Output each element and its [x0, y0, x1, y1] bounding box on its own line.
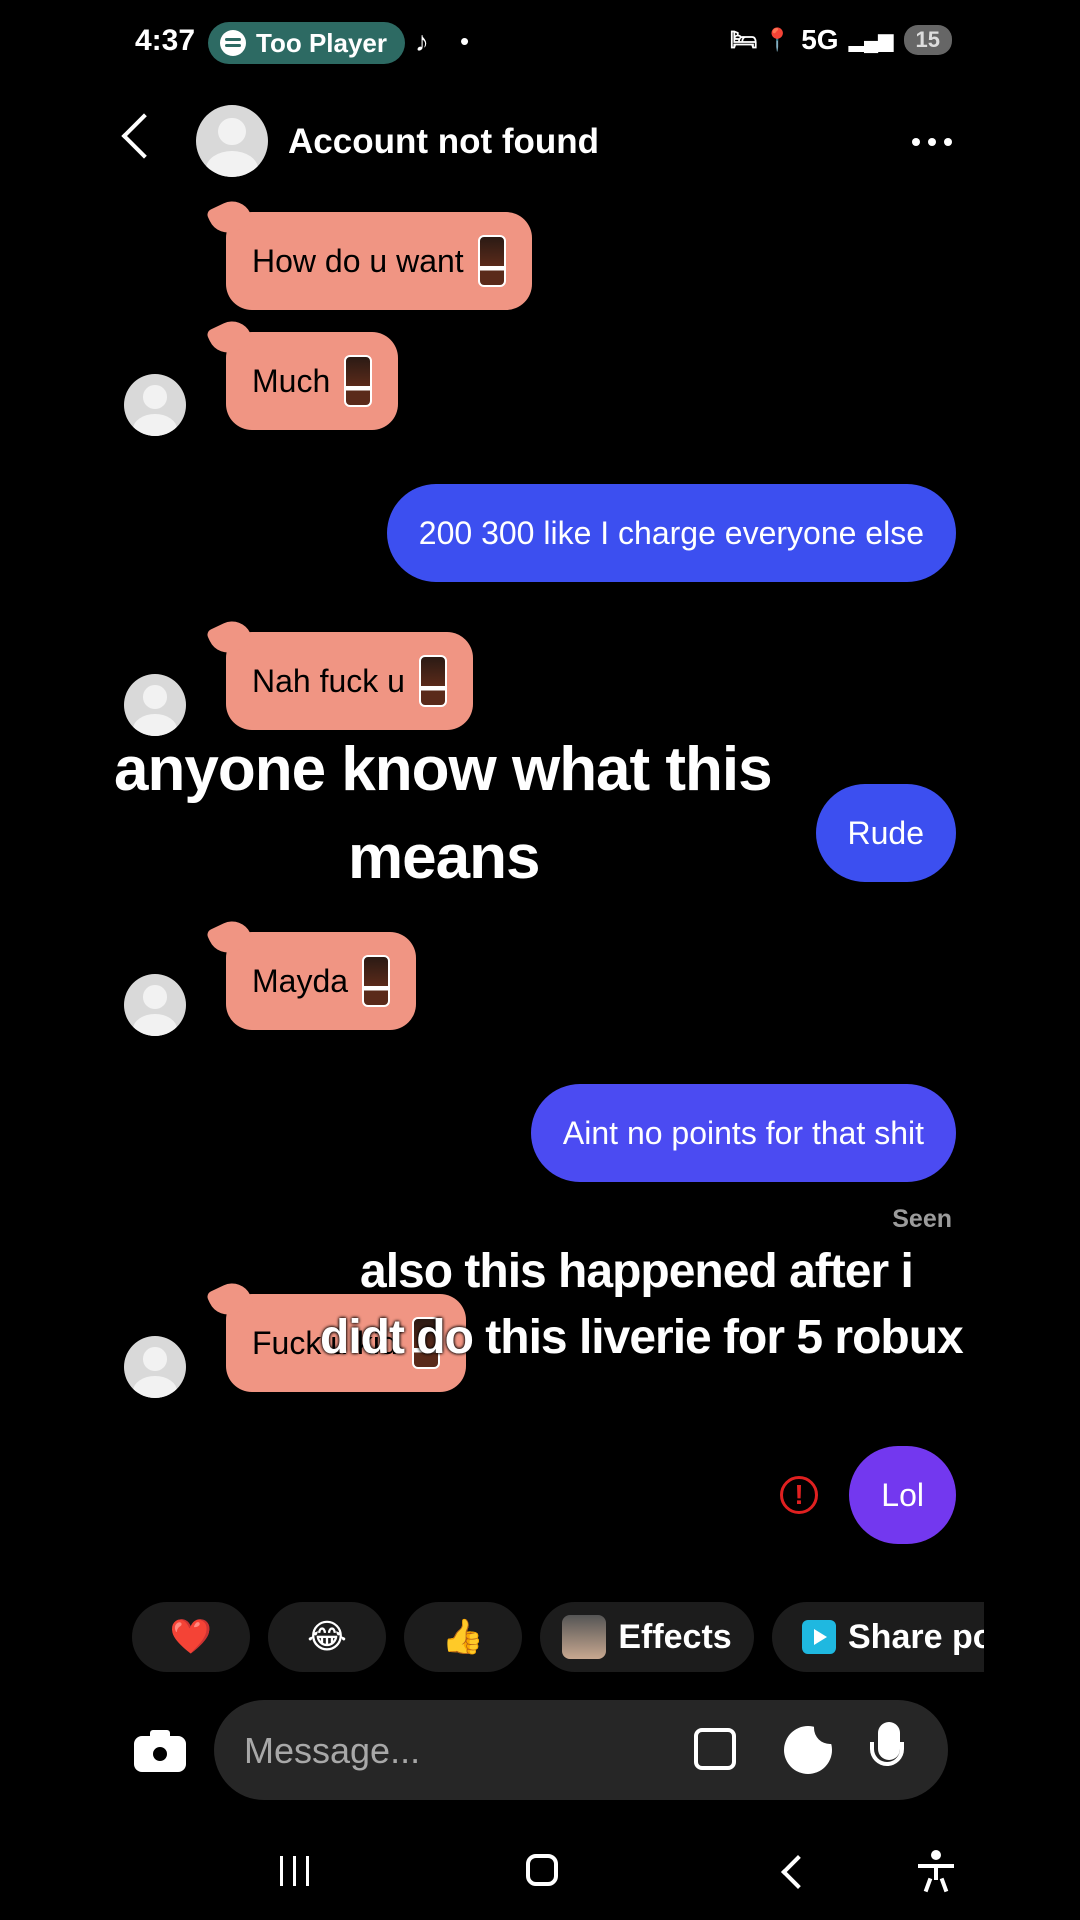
message-text: Mayda — [252, 962, 349, 999]
message-text: Nah fuck u — [252, 662, 405, 699]
sender-avatar[interactable] — [124, 674, 186, 736]
share-post-icon — [802, 1620, 836, 1654]
message-text: Lol — [881, 1476, 924, 1513]
reaction-sticker-icon — [344, 355, 373, 407]
media-pill[interactable]: Too Player — [208, 22, 406, 64]
accessibility-icon[interactable] — [918, 1850, 954, 1893]
heart-icon: ❤️ — [169, 1618, 213, 1656]
reaction-sticker-icon — [362, 955, 391, 1007]
message-text: Aint no points for that shit — [562, 1114, 924, 1151]
seen-receipt: Seen — [892, 1205, 952, 1233]
overlay-caption: means — [348, 823, 540, 892]
sticker-icon[interactable] — [784, 1724, 834, 1774]
message-composer — [214, 1700, 948, 1802]
outgoing-message[interactable]: Aint no points for that shit — [530, 1084, 956, 1182]
camera-icon[interactable] — [134, 1728, 186, 1772]
incoming-message[interactable]: Nah fuck u — [205, 614, 473, 730]
sender-avatar[interactable] — [124, 974, 186, 1036]
more-options-icon[interactable] — [912, 138, 952, 146]
recent-apps-button[interactable] — [280, 1856, 309, 1886]
incoming-message[interactable]: How do u want — [205, 194, 532, 310]
outgoing-message[interactable]: Lol — [849, 1446, 956, 1544]
gallery-icon[interactable] — [694, 1728, 736, 1770]
message-text: 200 300 like I charge everyone else — [418, 514, 924, 551]
back-icon[interactable] — [121, 113, 167, 159]
reaction-sticker-icon — [418, 655, 447, 707]
network-label: 5G — [801, 24, 839, 55]
laugh-reaction-button[interactable]: 😂 — [268, 1602, 386, 1672]
status-time: 4:37 — [135, 24, 196, 57]
page-title[interactable]: Account not found — [288, 122, 599, 162]
effects-label: Effects — [618, 1617, 732, 1656]
avatar[interactable] — [196, 105, 268, 177]
overlay-caption: also this happened after i — [360, 1245, 914, 1298]
incoming-message[interactable]: Much — [205, 314, 399, 430]
message-text: How do u want — [252, 242, 464, 279]
effects-thumbnail-icon — [562, 1615, 607, 1659]
message-input[interactable] — [242, 1700, 666, 1802]
signal-icon: ▂▄▆ — [848, 29, 894, 52]
share-post-label: Share post — [848, 1617, 984, 1656]
spotify-icon — [220, 30, 246, 56]
media-pill-label: Too Player — [256, 27, 388, 58]
reaction-sticker-icon — [477, 235, 506, 287]
outgoing-message[interactable]: 200 300 like I charge everyone else — [386, 484, 956, 582]
sender-avatar[interactable] — [124, 1336, 186, 1398]
status-icons: 🛏 📍 5G ▂▄▆ 15 — [730, 24, 952, 56]
thumbs-up-reaction-button[interactable]: 👍 — [404, 1602, 522, 1672]
heart-reaction-button[interactable]: ❤️ — [132, 1602, 250, 1672]
share-post-button[interactable]: Share post — [772, 1602, 984, 1672]
send-error-icon[interactable]: ! — [780, 1476, 818, 1514]
effects-button[interactable]: Effects — [540, 1602, 754, 1672]
overlay-caption: anyone know what this — [114, 735, 773, 804]
message-text: Much — [252, 362, 331, 399]
notification-dot: • — [460, 26, 470, 56]
home-button[interactable] — [526, 1854, 558, 1886]
battery-icon: 15 — [903, 25, 952, 55]
message-text: Rude — [847, 814, 925, 851]
incoming-message[interactable]: Mayda — [205, 914, 417, 1030]
overlay-caption: didt do this liverie for 5 robux — [320, 1311, 964, 1364]
status-extra-icons: 🛏 📍 — [729, 27, 792, 52]
outgoing-message[interactable]: Rude — [815, 784, 956, 882]
thumbs-up-icon: 👍 — [441, 1618, 485, 1656]
system-back-button[interactable] — [781, 1855, 815, 1889]
sender-avatar[interactable] — [124, 374, 186, 436]
tiktok-icon: ♪ — [415, 26, 429, 57]
microphone-icon[interactable] — [870, 1722, 904, 1766]
laugh-emoji-icon: 😂 — [307, 1618, 347, 1656]
